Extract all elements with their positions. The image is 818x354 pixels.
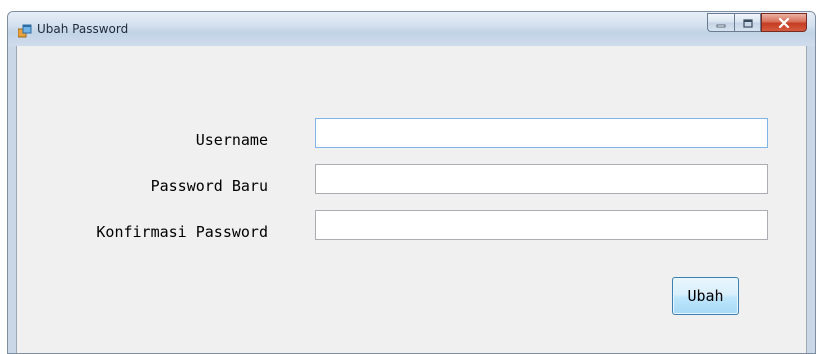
- konfirmasi-password-label: Konfirmasi Password: [96, 223, 268, 241]
- username-input[interactable]: [315, 118, 768, 148]
- app-window-icon: [17, 23, 32, 38]
- maximize-icon: [742, 13, 753, 32]
- ubah-button[interactable]: Ubah: [672, 277, 739, 315]
- form-client-area: Username Password Baru Konfirmasi Passwo…: [16, 46, 807, 353]
- close-button[interactable]: [761, 13, 807, 32]
- password-baru-input[interactable]: [315, 164, 768, 194]
- minimize-icon: [716, 13, 726, 32]
- password-baru-label: Password Baru: [150, 177, 268, 195]
- username-label: Username: [195, 131, 268, 149]
- maximize-button[interactable]: [734, 13, 761, 32]
- konfirmasi-password-input[interactable]: [315, 210, 768, 240]
- window-title: Ubah Password: [37, 22, 129, 36]
- caption-buttons: [707, 13, 807, 33]
- close-icon: [778, 13, 790, 32]
- minimize-button[interactable]: [707, 13, 734, 32]
- ubah-password-window: Ubah Password Username Password Baru Kon…: [7, 11, 816, 354]
- title-bar[interactable]: Ubah Password: [8, 12, 815, 46]
